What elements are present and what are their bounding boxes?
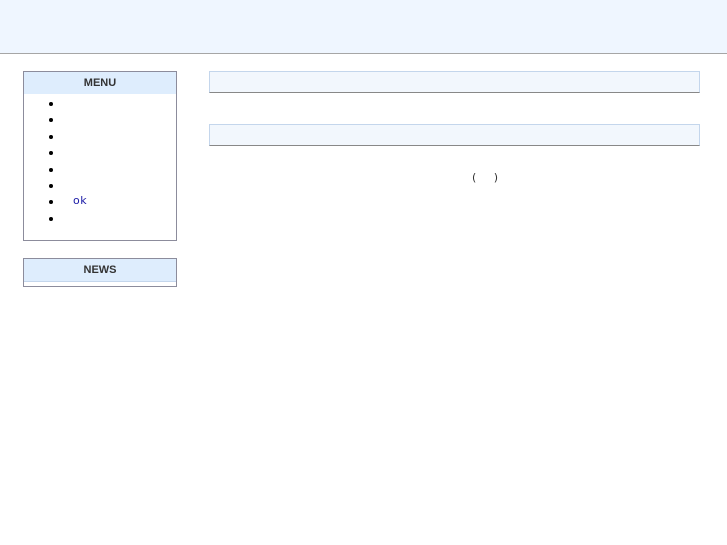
bullet-icon xyxy=(49,167,53,172)
menu-item[interactable] xyxy=(24,111,176,127)
menu-item[interactable] xyxy=(24,161,176,177)
news-panel: NEWS xyxy=(23,258,177,287)
bullet-icon xyxy=(49,118,53,123)
news-title: NEWS xyxy=(24,259,176,282)
menu-item[interactable] xyxy=(24,177,176,193)
menu-item[interactable] xyxy=(24,95,176,111)
bullet-icon xyxy=(49,134,53,139)
parenthetical-text: ( ) xyxy=(472,171,499,184)
menu-item-ok[interactable]: ok xyxy=(24,193,176,209)
section-title-bar-2 xyxy=(209,124,700,146)
menu-title: MENU xyxy=(24,72,176,94)
section-title-bar-1 xyxy=(209,71,700,93)
menu-item[interactable] xyxy=(24,144,176,160)
bullet-icon xyxy=(49,216,53,221)
bullet-icon xyxy=(49,183,53,188)
bullet-icon xyxy=(49,151,53,156)
bullet-icon xyxy=(49,102,53,106)
menu-item[interactable] xyxy=(24,128,176,144)
menu-list: ok xyxy=(24,95,176,226)
menu-panel: MENU ok xyxy=(23,71,177,241)
bullet-icon xyxy=(49,200,53,205)
page-header xyxy=(0,0,727,54)
menu-item-link-ok[interactable]: ok xyxy=(73,194,87,207)
menu-item[interactable] xyxy=(24,210,176,226)
